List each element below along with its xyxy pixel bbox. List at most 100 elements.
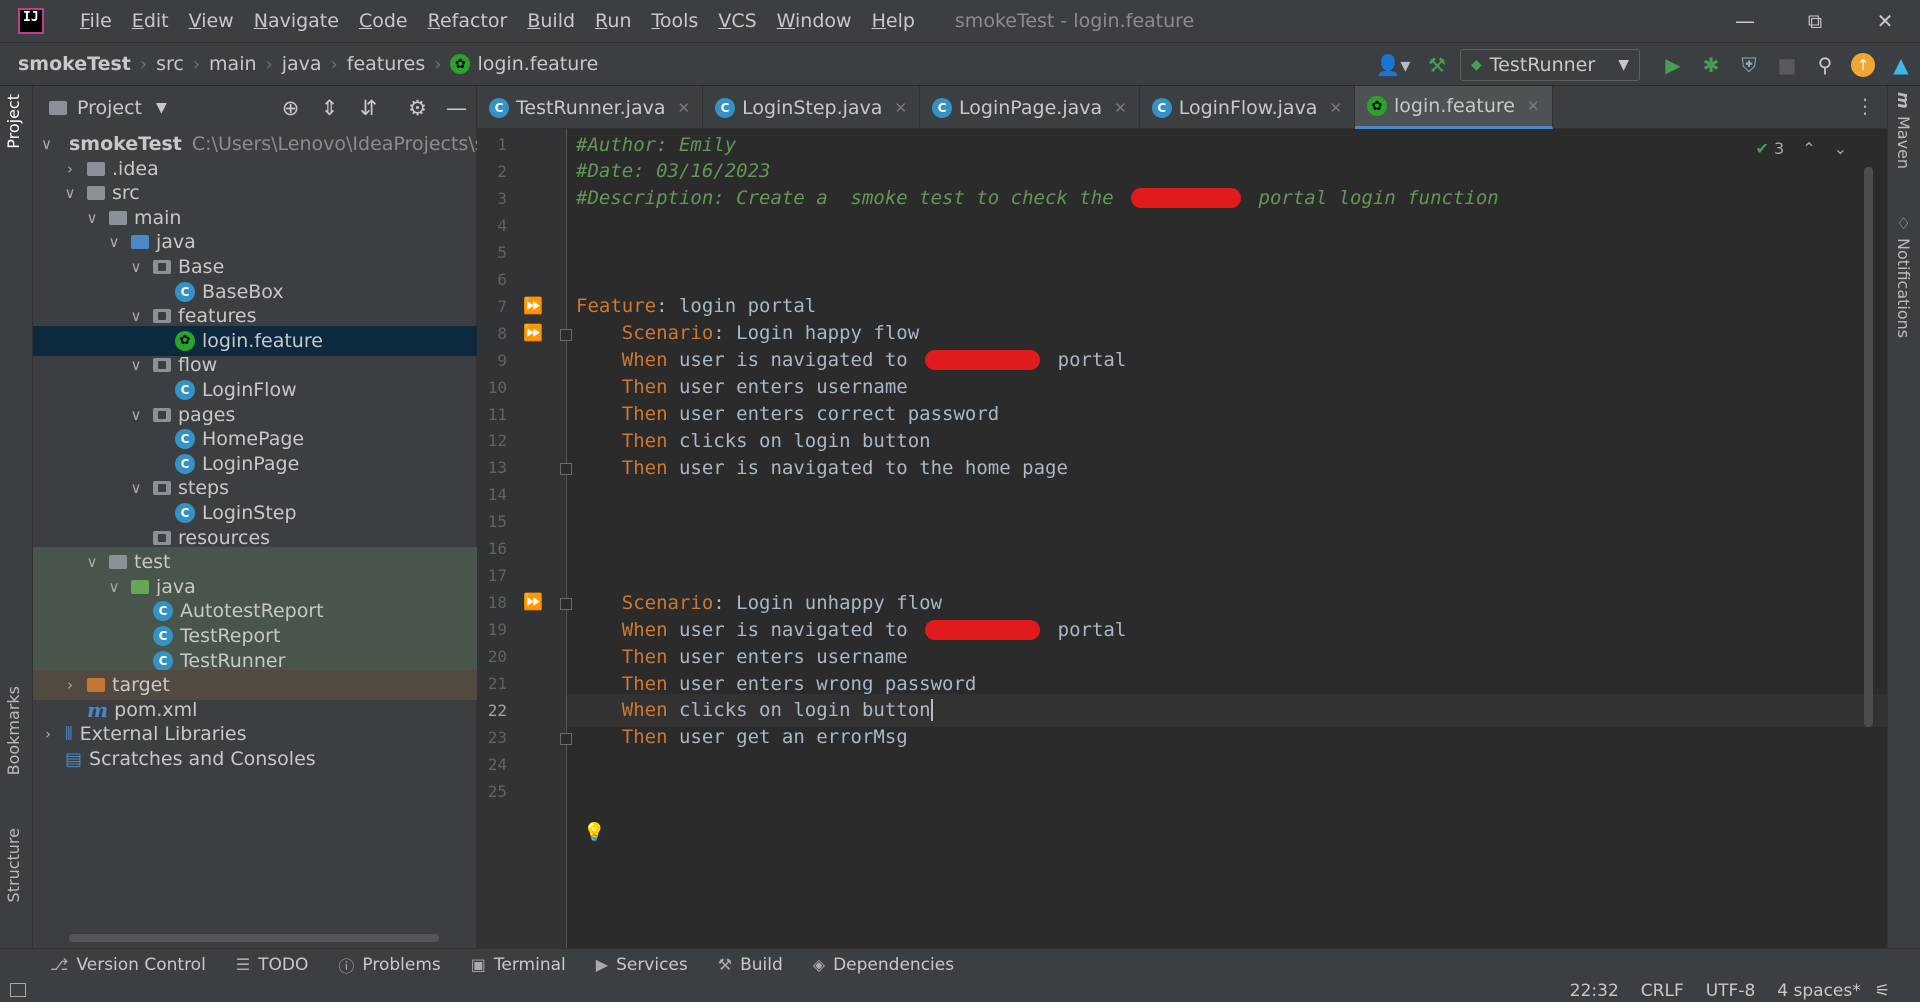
- menu-item-code[interactable]: Code: [349, 10, 418, 32]
- fold-marker-icon[interactable]: [560, 732, 572, 745]
- breadcrumb-item[interactable]: main: [209, 53, 256, 75]
- previous-highlight-icon[interactable]: ⌃: [1802, 139, 1815, 158]
- menu-item-view[interactable]: View: [179, 10, 244, 32]
- hide-panel-icon[interactable]: —: [437, 86, 476, 129]
- horizontal-scrollbar[interactable]: [69, 934, 439, 942]
- run-configuration-select[interactable]: ◆ TestRunner ▼: [1460, 49, 1640, 81]
- menu-item-build[interactable]: Build: [517, 10, 585, 32]
- close-tab-icon[interactable]: ✕: [1527, 97, 1540, 115]
- main-menu: File Edit View Navigate Code Refactor Build Run…: [70, 10, 925, 32]
- folder-icon: [109, 555, 127, 570]
- chevron-down-icon[interactable]: ∨: [107, 578, 121, 596]
- tab-testrunner-java[interactable]: C TestRunner.java ✕: [477, 86, 704, 129]
- menu-item-refactor[interactable]: Refactor: [418, 10, 518, 32]
- fold-marker-icon[interactable]: [560, 598, 572, 611]
- tool-window-dependencies[interactable]: ◈ Dependencies: [813, 955, 954, 975]
- tool-window-build[interactable]: ⚒ Build: [718, 955, 783, 975]
- chevron-down-icon[interactable]: ∨: [129, 307, 143, 325]
- maven-tool-tab[interactable]: Maven: [1894, 116, 1913, 169]
- chevron-down-icon[interactable]: ∨: [129, 406, 143, 424]
- chevron-right-icon[interactable]: ›: [41, 725, 55, 743]
- fold-marker-icon[interactable]: [560, 328, 572, 341]
- tool-window-problems[interactable]: ⓘ Problems: [338, 953, 440, 977]
- bookmarks-tool-tab[interactable]: Bookmarks: [4, 686, 23, 775]
- collapse-all-icon[interactable]: ⇵: [349, 86, 388, 129]
- breadcrumb-item[interactable]: ✿ login.feature: [450, 53, 598, 75]
- tool-window-terminal[interactable]: ▣ Terminal: [471, 955, 566, 975]
- stop-icon[interactable]: ■: [1768, 46, 1806, 84]
- menu-item-file[interactable]: File: [70, 10, 122, 32]
- update-icon[interactable]: ↑: [1844, 46, 1882, 84]
- run-icon[interactable]: ▶: [1654, 46, 1692, 84]
- chevron-down-icon[interactable]: ∨: [41, 135, 52, 153]
- fold-marker-icon[interactable]: [560, 463, 572, 476]
- breadcrumb-item[interactable]: src: [156, 53, 184, 75]
- tool-window-todo[interactable]: ☰ TODO: [236, 955, 309, 975]
- tab-loginstep-java[interactable]: C LoginStep.java ✕: [703, 86, 921, 129]
- user-icon[interactable]: 👤▾: [1368, 46, 1418, 84]
- build-hammer-icon[interactable]: ⚒: [1418, 46, 1456, 84]
- code-editor[interactable]: 1 2 3 4 5 6 7 ⏩ 8 ⏩ 9 10 11 12 13 14 15 16 17 18 ⏩ 19 20 21 22 23…: [477, 129, 1887, 948]
- more-tabs-icon[interactable]: ⋮: [1855, 94, 1875, 118]
- menu-item-vcs[interactable]: VCS: [708, 10, 766, 32]
- chevron-down-icon[interactable]: ∨: [129, 258, 143, 276]
- restore-icon[interactable]: ⧉: [1780, 0, 1850, 42]
- chevron-down-icon[interactable]: ∨: [85, 209, 99, 227]
- vertical-scrollbar[interactable]: [1864, 167, 1873, 727]
- chevron-down-icon[interactable]: ▼: [156, 100, 167, 116]
- tool-window-services[interactable]: ▶ Services: [596, 955, 688, 975]
- chevron-right-icon[interactable]: ›: [63, 676, 77, 694]
- chevron-down-icon[interactable]: ∨: [85, 553, 99, 571]
- tool-window-version-control[interactable]: ⎇ Version Control: [50, 955, 206, 975]
- caret-position[interactable]: 22:32: [1570, 981, 1619, 1001]
- project-view-select[interactable]: Project: [77, 97, 142, 119]
- chevron-down-icon[interactable]: ∨: [63, 184, 77, 202]
- line-separator[interactable]: CRLF: [1641, 981, 1684, 1001]
- locate-icon[interactable]: ⊕: [271, 86, 310, 129]
- project-tool-tab[interactable]: Project: [4, 94, 23, 149]
- line-number: 14: [487, 485, 507, 505]
- debug-icon[interactable]: ✱: [1692, 46, 1730, 84]
- chevron-down-icon[interactable]: ∨: [107, 233, 121, 251]
- menu-item-run[interactable]: Run: [585, 10, 641, 32]
- indent-setting[interactable]: 4 spaces*: [1777, 981, 1860, 1001]
- chevron-right-icon[interactable]: ›: [63, 160, 77, 178]
- cucumber-icon: ✿: [175, 330, 195, 351]
- menu-item-edit[interactable]: Edit: [122, 10, 179, 32]
- breadcrumb-item[interactable]: features: [347, 53, 426, 75]
- gear-icon[interactable]: ⚙: [398, 86, 437, 129]
- chevron-down-icon[interactable]: ∨: [129, 356, 143, 374]
- tab-loginpage-java[interactable]: C LoginPage.java ✕: [920, 86, 1140, 129]
- notifications-tool-tab[interactable]: Notifications: [1894, 238, 1913, 338]
- tree-item-scratches-and-consoles[interactable]: ▤ Scratches and Consoles: [33, 744, 477, 774]
- close-tab-icon[interactable]: ✕: [894, 99, 907, 117]
- expand-all-icon[interactable]: ⇕: [310, 86, 349, 129]
- close-tab-icon[interactable]: ✕: [678, 99, 691, 117]
- run-scenario-icon[interactable]: ⏩: [523, 592, 543, 611]
- tab-loginflow-java[interactable]: C LoginFlow.java ✕: [1140, 86, 1356, 129]
- code-with-me-icon[interactable]: ▲: [1882, 46, 1920, 84]
- close-tab-icon[interactable]: ✕: [1329, 99, 1342, 117]
- breadcrumb-item[interactable]: smokeTest: [18, 53, 131, 75]
- search-icon[interactable]: ⚲: [1806, 46, 1844, 84]
- breadcrumb-item[interactable]: java: [282, 53, 322, 75]
- tab-login-feature[interactable]: ✿ login.feature ✕: [1355, 86, 1553, 129]
- menu-item-help[interactable]: Help: [862, 10, 925, 32]
- next-highlight-icon[interactable]: ⌄: [1834, 139, 1847, 158]
- structure-tool-tab[interactable]: Structure: [4, 828, 23, 902]
- lightbulb-icon[interactable]: 💡: [583, 822, 605, 843]
- menu-item-navigate[interactable]: Navigate: [244, 10, 349, 32]
- menu-item-window[interactable]: Window: [767, 10, 862, 32]
- minimize-icon[interactable]: —: [1710, 0, 1780, 42]
- run-scenario-icon[interactable]: ⏩: [523, 296, 543, 315]
- chevron-down-icon[interactable]: ∨: [129, 479, 143, 497]
- run-scenario-icon[interactable]: ⏩: [523, 323, 543, 342]
- coverage-icon[interactable]: ⛨: [1730, 46, 1768, 84]
- close-icon[interactable]: ✕: [1850, 0, 1920, 42]
- toggle-tool-windows-icon[interactable]: [10, 983, 26, 997]
- lock-icon[interactable]: ⚟: [1875, 981, 1890, 1001]
- inspection-status[interactable]: ✔ 3: [1756, 139, 1785, 158]
- file-encoding[interactable]: UTF-8: [1706, 981, 1756, 1001]
- menu-item-tools[interactable]: Tools: [642, 10, 709, 32]
- close-tab-icon[interactable]: ✕: [1114, 99, 1127, 117]
